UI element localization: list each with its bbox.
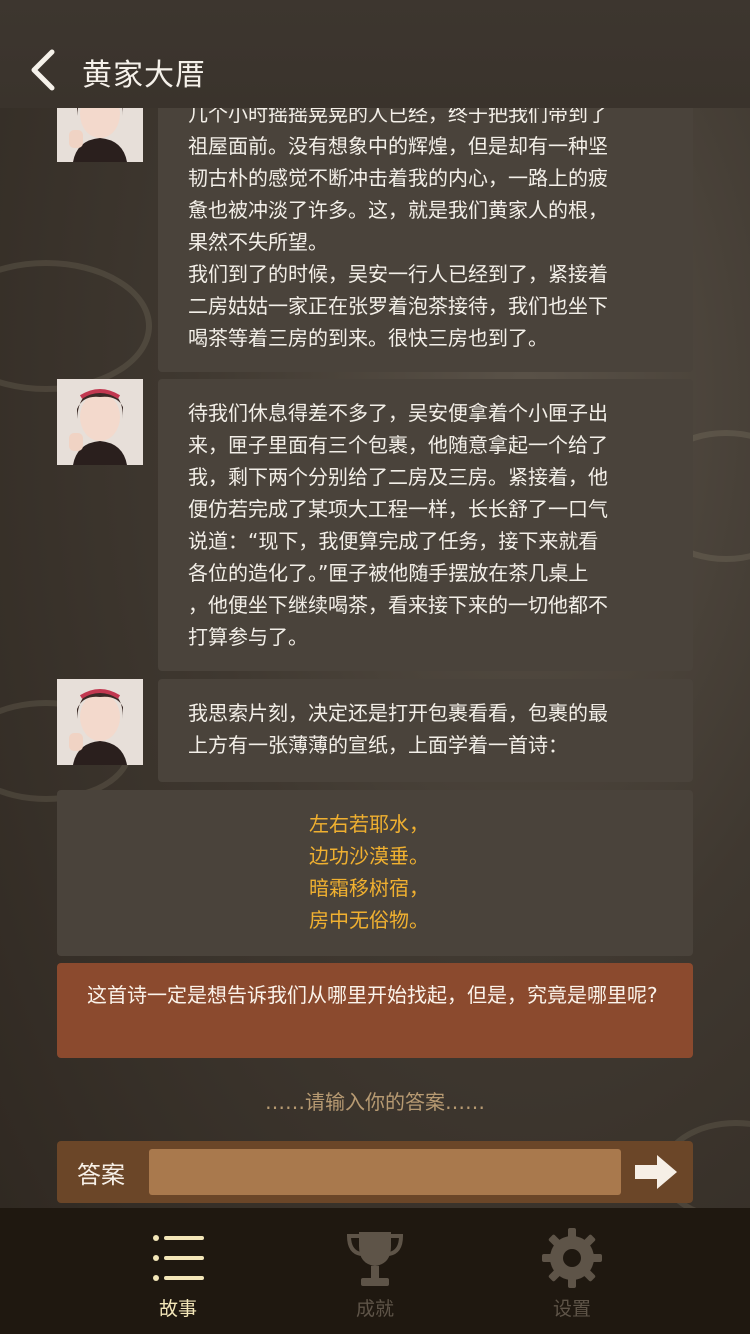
story-feed[interactable]: 几个小时摇摇晃晃的人已经，终于把我们带到了 祖屋面前。没有想象中的辉煌，但是却有…	[0, 108, 750, 1118]
tab-story[interactable]: 故事	[118, 1208, 238, 1334]
poem-line: 边功沙漠垂。	[309, 844, 429, 868]
poem-card: 左右若耶水， 边功沙漠垂。 暗霜移树宿， 房中无俗物。	[57, 790, 693, 956]
tab-label: 设置	[552, 1298, 591, 1320]
message-bubble: 我思索片刻，决定还是打开包裹看看，包裹的最 上方有一张薄薄的宣纸，上面学着一首诗…	[158, 679, 693, 782]
page-title: 黄家大厝	[82, 58, 206, 93]
message-line: 我，剩下两个分别给了二房及三房。紧接着，他	[188, 465, 608, 489]
message-line: 惫也被冲淡了许多。这，就是我们黄家人的根，	[188, 198, 608, 222]
message-line: ，他便坐下继续喝茶，看来接下来的一切他都不	[188, 593, 608, 617]
poem-line: 房中无俗物。	[309, 908, 429, 932]
gear-icon	[542, 1228, 602, 1288]
avatar-image-icon	[57, 379, 143, 465]
avatar-image-icon	[57, 679, 143, 765]
avatar	[57, 679, 143, 765]
send-arrow-icon[interactable]	[631, 1151, 681, 1193]
back-arrow-icon[interactable]	[26, 48, 66, 92]
tab-settings[interactable]: 设置	[512, 1208, 632, 1334]
answer-prompt: ……请输入你的答案……	[265, 1090, 485, 1114]
message-bubble: 待我们休息得差不多了，吴安便拿着个小匣子出 来，匣子里面有三个包裹，他随意拿起一…	[158, 379, 693, 671]
tab-label: 成就	[355, 1298, 394, 1320]
hint-bubble: 这首诗一定是想告诉我们从哪里开始找起，但是，究竟是哪里呢?	[57, 963, 693, 1058]
message-line: 果然不失所望。	[188, 230, 328, 254]
tab-label: 故事	[158, 1298, 197, 1320]
message-line: 我们到了的时候，吴安一行人已经到了，紧接着	[188, 262, 608, 286]
tab-bar: 故事 成就 设置	[0, 1208, 750, 1334]
avatar	[57, 379, 143, 465]
message-line: 上方有一张薄薄的宣纸，上面学着一首诗：	[188, 733, 568, 757]
message-line: 打算参与了。	[188, 625, 308, 649]
message-line: 韧古朴的感觉不断冲击着我的内心，一路上的疲	[188, 166, 608, 190]
answer-bar: 答案	[57, 1141, 693, 1203]
message-line: 几个小时摇摇晃晃的人已经，终于把我们带到了	[188, 108, 608, 126]
message-line: 便仿若完成了某项大工程一样，长长舒了一口气	[188, 497, 608, 521]
message-line: 待我们休息得差不多了，吴安便拿着个小匣子出	[188, 401, 608, 425]
message-line: 二房姑姑一家正在张罗着泡茶接待，我们也坐下	[188, 294, 608, 318]
header: 黄家大厝	[0, 0, 750, 108]
message-line: 祖屋面前。没有想象中的辉煌，但是却有一种坚	[188, 134, 608, 158]
poem-line: 左右若耶水，	[309, 812, 429, 836]
answer-input[interactable]	[149, 1149, 621, 1195]
message-line: 各位的造化了。”匣子被他随手摆放在茶几桌上	[188, 561, 589, 585]
list-icon	[153, 1235, 204, 1281]
poem-line: 暗霜移树宿，	[309, 876, 429, 900]
message-line: 来，匣子里面有三个包裹，他随意拿起一个给了	[188, 433, 608, 457]
avatar	[57, 108, 143, 162]
message-line: 喝茶等着三房的到来。很快三房也到了。	[188, 326, 548, 350]
tab-achievements[interactable]: 成就	[315, 1208, 435, 1334]
trophy-icon	[346, 1232, 404, 1286]
avatar-image-icon	[57, 108, 143, 162]
message-bubble: 几个小时摇摇晃晃的人已经，终于把我们带到了 祖屋面前。没有想象中的辉煌，但是却有…	[158, 108, 693, 372]
message-line: 我思索片刻，决定还是打开包裹看看，包裹的最	[188, 701, 608, 725]
answer-label: 答案	[77, 1161, 125, 1189]
message-line: 说道：“现下，我便算完成了任务，接下来就看	[188, 529, 599, 553]
